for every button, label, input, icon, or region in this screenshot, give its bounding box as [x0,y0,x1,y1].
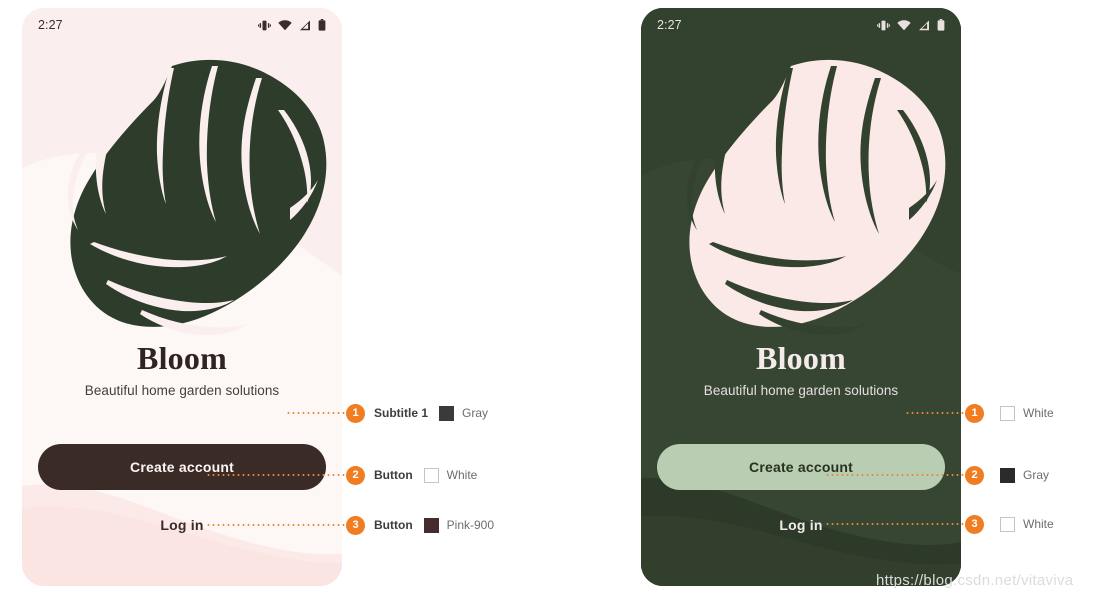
page-subtitle: Beautiful home garden solutions [703,383,899,398]
status-icons [877,19,945,31]
leader-line [825,474,965,476]
dark-theme-phone: 2:27 Bloom Beautiful home garden solutio… [641,8,961,586]
page-title: Bloom [137,340,227,376]
cellular-signal-icon [299,20,311,31]
annotation-color-name: White [1023,517,1054,531]
color-swatch [1000,405,1015,421]
status-time: 2:27 [38,18,63,32]
color-swatch [1000,516,1015,532]
cellular-signal-icon [918,20,930,31]
color-swatch [439,405,455,421]
annotation-color-name: Gray [1023,468,1050,482]
annotation-color-name: White [446,468,478,482]
leader-line [206,524,346,526]
battery-icon [937,19,945,31]
annotation-dark-3: 3 White [825,513,1054,535]
leader-line [286,412,346,414]
annotation-badge: 2 [965,465,984,485]
annotation-color-name: White [1023,406,1054,420]
leader-line [905,412,965,414]
vibrate-icon [877,20,890,31]
annotation-dark-2: 2 Gray [825,464,1049,486]
annotation-label: Subtitle 1 [374,406,429,420]
status-time: 2:27 [657,18,682,32]
watermark: https://blog.csdn.net/vitaviva [876,572,1074,589]
leader-line [206,474,346,476]
page-subtitle: Beautiful home garden solutions [84,383,280,398]
dark-phone-content: Bloom Beautiful home garden solutions Cr… [641,340,961,586]
status-bar: 2:27 [22,8,342,42]
annotation-label: Button [374,468,413,482]
annotation-badge: 1 [965,403,984,423]
annotation-light-1: 1 Subtitle 1 Gray [286,402,488,424]
annotation-color-name: Gray [462,406,489,420]
light-theme-phone: 2:27 Bloom Beautiful home garden solutio… [22,8,342,586]
annotation-badge: 1 [346,403,365,423]
annotation-light-3: 3 Button Pink-900 [206,514,494,536]
wifi-icon [897,19,911,31]
page-title: Bloom [756,340,846,376]
light-phone-content: Bloom Beautiful home garden solutions Cr… [22,340,342,586]
annotation-light-2: 2 Button White [206,464,477,486]
annotation-badge: 3 [346,515,365,535]
wifi-icon [278,19,292,31]
vibrate-icon [258,20,271,31]
leader-line [825,523,965,525]
color-swatch [1000,467,1015,483]
annotation-label: Button [374,518,413,532]
color-swatch [423,467,439,483]
status-icons [258,19,326,31]
monstera-leaf-illustration [22,48,342,348]
battery-icon [318,19,326,31]
annotation-badge: 2 [346,465,365,485]
status-bar: 2:27 [641,8,961,42]
annotation-color-name: Pink-900 [446,518,495,532]
annotation-badge: 3 [965,514,984,534]
monstera-leaf-illustration [641,48,961,348]
annotation-dark-1: 1 White [905,402,1054,424]
color-swatch [423,517,439,533]
